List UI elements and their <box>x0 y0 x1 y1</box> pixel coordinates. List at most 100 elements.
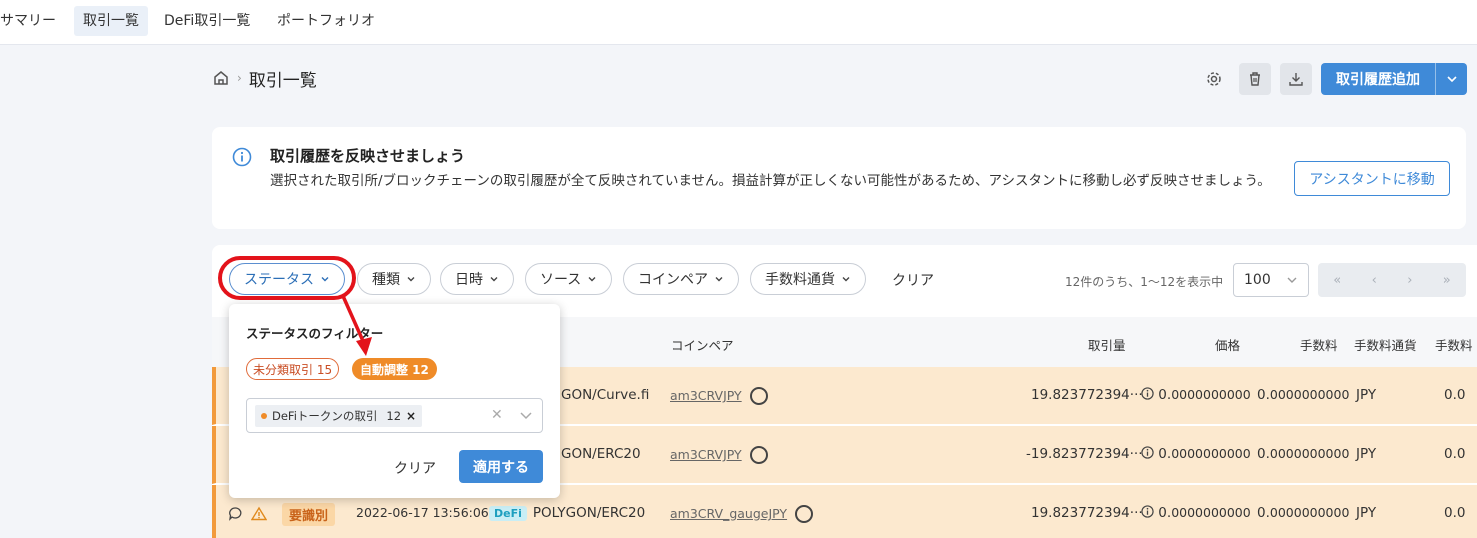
settings-button[interactable] <box>1198 63 1230 95</box>
row-source: POLYGON/ERC20 <box>532 505 646 521</box>
row-amount: -19.823772394··· <box>1026 446 1143 462</box>
row-price-dec: 0000000000 <box>1171 446 1251 461</box>
row-coinpair[interactable]: am3CRVJPY <box>670 447 742 462</box>
row-price-dec: 0000000000 <box>1171 387 1251 402</box>
row-fee-currency: JPY <box>1356 505 1377 521</box>
row-coinpair-cell: am3CRV_gaugeJPY <box>670 505 814 523</box>
warning-icon[interactable] <box>251 506 268 521</box>
remove-chip-icon[interactable]: × <box>406 409 416 423</box>
add-history-button[interactable]: 取引履歴追加 <box>1321 63 1467 95</box>
row-fee-dec: 0000000000 <box>1269 387 1350 402</box>
chevron-down-icon <box>1287 277 1297 283</box>
filter-clear-button[interactable]: クリア <box>892 270 934 290</box>
page-title: 取引一覧 <box>248 70 317 91</box>
chevron-down-icon <box>842 277 850 282</box>
tab-summary[interactable]: サマリー <box>0 6 65 36</box>
filter-date-label: 日時 <box>455 272 483 288</box>
popup-apply-button[interactable]: 適用する <box>459 450 543 483</box>
trash-icon <box>1250 72 1260 86</box>
per-page-select[interactable]: 100 <box>1233 263 1309 297</box>
status-select[interactable]: DeFiトークンの取引 12 × ✕ <box>246 398 543 433</box>
next-page-icon[interactable]: › <box>1407 273 1412 288</box>
row-coinpair[interactable]: am3CRV_gaugeJPY <box>670 506 787 521</box>
row-fee-int: 0. <box>1257 387 1270 403</box>
first-page-icon[interactable]: « <box>1333 273 1341 288</box>
circle-icon[interactable] <box>749 446 768 464</box>
clear-select-icon[interactable]: ✕ <box>491 407 503 423</box>
last-page-icon[interactable]: » <box>1443 273 1451 288</box>
header-coinpair[interactable]: コインペア <box>671 335 734 354</box>
info-icon[interactable] <box>1141 387 1154 400</box>
defi-badge: DeFi <box>489 506 527 521</box>
header-price[interactable]: 価格 <box>1215 335 1240 354</box>
row-amount: 19.823772394··· <box>1031 505 1143 521</box>
row-fee-currency: JPY <box>1356 387 1377 403</box>
notice-title: 取引履歴を反映させましょう <box>270 147 466 165</box>
row-source-cell: DeFi POLYGON/ERC20 <box>489 505 645 521</box>
go-to-assistant-button[interactable]: アシスタントに移動 <box>1294 161 1450 196</box>
selected-status-count: 12 <box>386 409 402 423</box>
per-page-value: 100 <box>1244 272 1271 288</box>
prev-page-icon[interactable]: ‹ <box>1372 273 1377 288</box>
status-dot <box>261 413 267 419</box>
row-source: GON/ERC20 <box>561 446 641 462</box>
row-icons <box>228 506 268 525</box>
home-icon[interactable] <box>212 69 230 87</box>
row-fee-cell: 0.0000000000 <box>1257 446 1349 462</box>
header-fee[interactable]: 手数料 <box>1300 335 1338 354</box>
filter-source[interactable]: ソース <box>525 263 613 295</box>
chevron-down-icon <box>715 277 723 282</box>
row-fee-2: 0.0 <box>1444 387 1466 403</box>
row-price-cell: 0.0000000000 <box>1141 387 1251 403</box>
breadcrumb-separator: › <box>237 71 242 85</box>
header-amount[interactable]: 取引量 <box>1088 335 1126 354</box>
auto-adjust-badge[interactable]: 自動調整 12 <box>352 358 437 380</box>
popup-clear-button[interactable]: クリア <box>394 458 436 478</box>
chevron-down-icon <box>407 277 415 282</box>
filter-date[interactable]: 日時 <box>440 263 514 295</box>
circle-icon[interactable] <box>749 387 768 405</box>
row-fee-2: 0.0 <box>1444 446 1466 462</box>
row-price-int: 0. <box>1158 505 1172 521</box>
header-fee-2[interactable]: 手数料 <box>1435 335 1473 354</box>
status-filter-popup: ステータスのフィルター 未分類取引 15 自動調整 12 DeFiトークンの取引… <box>229 304 560 498</box>
row-coinpair[interactable]: am3CRVJPY <box>670 388 742 403</box>
info-icon[interactable] <box>1141 505 1154 518</box>
tab-transactions[interactable]: 取引一覧 <box>74 6 148 36</box>
top-nav: サマリー 取引一覧 DeFi取引一覧 ポートフォリオ <box>0 0 1477 45</box>
annotation-highlight-ring <box>218 256 356 300</box>
chevron-down-icon <box>490 277 498 282</box>
row-fee-int: 0. <box>1257 505 1270 521</box>
row-fee-dec: 0000000000 <box>1269 505 1350 520</box>
selected-status-label: DeFiトークンの取引 <box>272 409 378 423</box>
pagination-controls: « ‹ › » <box>1318 263 1466 297</box>
unclassified-badge[interactable]: 未分類取引 15 <box>246 358 340 380</box>
row-tag-cell: 要識別 <box>282 503 336 526</box>
filter-type-label: 種類 <box>372 272 400 288</box>
header-fee-currency[interactable]: 手数料通貨 <box>1354 335 1417 354</box>
download-button[interactable] <box>1280 63 1312 95</box>
delete-button[interactable] <box>1239 63 1271 95</box>
circle-icon[interactable] <box>795 505 814 523</box>
filter-source-label: ソース <box>540 272 582 288</box>
tab-defi-transactions[interactable]: DeFi取引一覧 <box>155 6 259 36</box>
row-fee-cell: 0.0000000000 <box>1257 387 1349 403</box>
filter-coinpair-label: コインペア <box>638 272 708 288</box>
gear-icon <box>1207 72 1221 86</box>
chevron-down-icon[interactable] <box>519 408 533 422</box>
row-fee-2: 0.0 <box>1444 505 1466 521</box>
result-count: 12件のうち、1〜12を表示中 <box>1065 275 1224 289</box>
filter-type[interactable]: 種類 <box>357 263 431 295</box>
tab-portfolio[interactable]: ポートフォリオ <box>268 6 384 36</box>
info-icon[interactable] <box>1141 446 1154 459</box>
chevron-down-icon <box>1446 76 1457 83</box>
filter-fee-currency[interactable]: 手数料通貨 <box>750 263 866 295</box>
popup-title: ステータスのフィルター <box>246 326 384 341</box>
selected-status-chip: DeFiトークンの取引 12 × <box>255 405 423 427</box>
row-fee-cell: 0.0000000000 <box>1257 505 1349 521</box>
comment-icon[interactable] <box>228 506 243 521</box>
add-history-dropdown[interactable] <box>1436 73 1467 85</box>
filter-coinpair[interactable]: コインペア <box>623 263 739 295</box>
info-icon <box>232 147 252 167</box>
row-price-int: 0. <box>1158 446 1172 462</box>
